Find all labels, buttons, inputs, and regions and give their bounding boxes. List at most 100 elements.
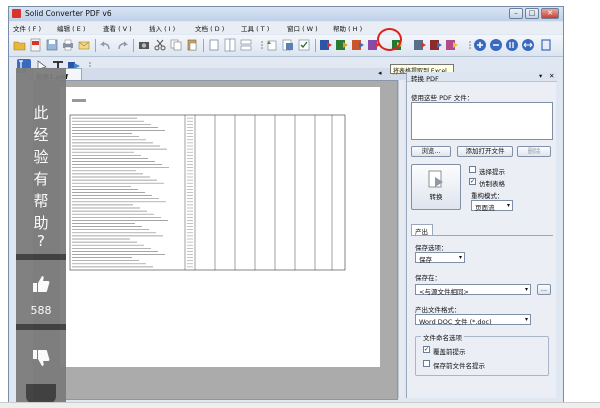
save-icon[interactable] [45, 38, 59, 52]
menu-insert[interactable]: 插入 ( I ) [149, 23, 175, 33]
save-in-select[interactable]: <与源文件相同> ▾ [415, 284, 531, 296]
app-logo-icon [12, 9, 21, 18]
toolbar-separator [315, 39, 316, 52]
overlay-footer [26, 384, 56, 404]
pdf-page [60, 87, 380, 367]
check-icon[interactable] [297, 38, 311, 52]
imitate-tables-checkbox[interactable]: ✓ [469, 178, 476, 185]
single-page-icon[interactable] [207, 38, 221, 52]
divider [16, 254, 66, 260]
convert-pdfa-icon[interactable] [445, 38, 459, 52]
toolbar-separator [203, 39, 204, 52]
horizontal-scrollbar[interactable] [0, 402, 600, 408]
tab-divider [411, 235, 553, 236]
undo-icon[interactable] [99, 38, 113, 52]
save-options-value: 保存 [419, 256, 432, 264]
toolbar-separator [95, 39, 96, 52]
feedback-char: 此 [33, 104, 49, 122]
email-icon[interactable] [77, 38, 91, 52]
select-prompt-label: 选择提示 [479, 168, 505, 176]
output-format-select[interactable]: Word DOC 文件 (*.doc) ▾ [415, 314, 531, 326]
extract-pages-icon[interactable] [281, 38, 295, 52]
divider [16, 324, 66, 330]
delete-button[interactable]: 删除 [517, 146, 551, 157]
cut-icon[interactable] [153, 38, 167, 52]
copy-icon[interactable] [169, 38, 183, 52]
title-bar: Solid Converter PDF v6 – □ ✕ [9, 7, 563, 21]
chevron-down-icon: ▾ [506, 202, 510, 209]
open-folder-icon[interactable] [13, 38, 27, 52]
pdf-table-content [69, 99, 346, 271]
convert-image-icon[interactable] [429, 38, 443, 52]
save-in-label: 保存在： [415, 274, 441, 282]
window-title: Solid Converter PDF v6 [25, 9, 112, 18]
panel-dropdown-icon[interactable]: ▾ [539, 72, 542, 80]
feedback-char: 帮 [33, 192, 49, 210]
highlight-circle [377, 28, 402, 51]
feedback-char: ? [37, 232, 45, 250]
chevron-down-icon: ▾ [458, 254, 462, 261]
feedback-char: 验 [33, 148, 49, 166]
maximize-button[interactable]: □ [525, 8, 539, 19]
like-count: 588 [30, 304, 52, 317]
menu-edit[interactable]: 编辑 ( E ) [57, 23, 85, 33]
print-icon[interactable] [61, 38, 75, 52]
document-tab-strip: 抗表1.pdf ◂ ✕ [26, 68, 406, 81]
paste-icon[interactable] [185, 38, 199, 52]
menu-file[interactable]: 文件 ( F ) [13, 23, 41, 33]
feedback-char: 助 [33, 214, 49, 232]
naming-options-group [415, 336, 549, 376]
zoom-out-icon[interactable] [489, 38, 503, 52]
save-options-label: 保存选项： [415, 244, 448, 252]
rotate-icon[interactable] [265, 38, 279, 52]
zoom-in-icon[interactable] [473, 38, 487, 52]
save-name-prompt-checkbox[interactable] [423, 360, 430, 367]
imitate-tables-label: 仿制表格 [479, 180, 505, 188]
convert-powerpoint-icon[interactable] [351, 38, 365, 52]
menu-document[interactable]: 文档 ( D ) [195, 23, 224, 33]
thumbs-down-icon[interactable] [31, 348, 51, 368]
reconstruct-mode-value: 页面流 [475, 204, 495, 212]
actual-size-icon[interactable] [505, 38, 519, 52]
tab-output[interactable]: 产出 [411, 224, 433, 236]
browse-folder-button[interactable]: ... [537, 284, 551, 295]
convert-label: 转换 [429, 193, 443, 201]
toolbar-separator [133, 39, 134, 52]
fit-width-icon[interactable] [521, 38, 535, 52]
close-button[interactable]: ✕ [541, 8, 559, 19]
select-prompt-checkbox[interactable] [469, 166, 476, 173]
overwrite-prompt-checkbox[interactable]: ✓ [423, 346, 430, 353]
tab-scroll-left-icon[interactable]: ◂ [378, 69, 382, 77]
add-open-files-button[interactable]: 添加打开文件 [457, 146, 513, 157]
fit-page-icon[interactable] [539, 38, 553, 52]
menu-window[interactable]: 窗口 ( W ) [287, 23, 318, 33]
browse-button[interactable]: 浏览... [411, 146, 451, 157]
redo-icon[interactable] [115, 38, 129, 52]
minimize-button[interactable]: – [509, 8, 523, 19]
menu-tools[interactable]: 工具 ( T ) [241, 23, 269, 33]
convert-excel-icon[interactable] [335, 38, 349, 52]
convert-text-icon[interactable] [413, 38, 427, 52]
use-pdf-label: 使用这些 PDF 文件： [411, 94, 474, 102]
pdf-file-list[interactable] [411, 102, 553, 140]
continuous-page-icon[interactable] [223, 38, 237, 52]
menu-view[interactable]: 查看 ( V ) [103, 23, 132, 33]
open-pdf-icon[interactable] [29, 38, 43, 52]
convert-word-icon[interactable] [319, 38, 333, 52]
vertical-scrollbar[interactable] [398, 80, 404, 398]
output-format-label: 产出文件格式： [415, 306, 461, 314]
convert-button[interactable]: 转换 [411, 164, 461, 210]
panel-close-icon[interactable]: ✕ [549, 72, 554, 80]
reconstruct-mode-label: 重构模式： [471, 192, 504, 200]
menu-bar: 文件 ( F ) 编辑 ( E ) 查看 ( V ) 插入 ( I ) 文档 (… [9, 22, 563, 34]
snapshot-icon[interactable] [137, 38, 151, 52]
document-viewer[interactable] [33, 80, 398, 400]
facing-pages-icon[interactable] [239, 38, 253, 52]
reconstruct-mode-select[interactable]: 页面流 ▾ [471, 200, 513, 212]
save-in-value: <与源文件相同> [419, 288, 469, 296]
thumbs-up-icon[interactable] [31, 274, 51, 294]
panel-header: 转换 PDF ▾ ✕ [407, 72, 557, 83]
menu-help[interactable]: 帮助 ( H ) [333, 23, 362, 33]
save-options-select[interactable]: 保存 ▾ [415, 252, 465, 264]
feedback-char: 有 [33, 170, 49, 188]
